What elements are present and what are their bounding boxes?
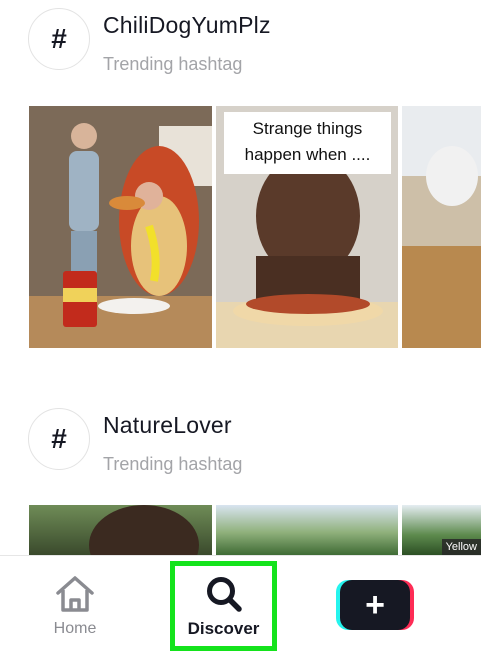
hashtag-icon: # [28, 408, 90, 470]
hashtag-subtitle: Trending hashtag [103, 454, 243, 474]
plus-icon: + [340, 580, 410, 630]
video-thumbnail[interactable] [29, 106, 212, 348]
tab-discover-label: Discover [187, 619, 260, 638]
video-thumbnail[interactable]: Strange things happen when .... [216, 106, 398, 348]
tab-home-label: Home [53, 620, 97, 637]
create-video-button[interactable]: + [336, 580, 414, 630]
video-caption: Yellow [441, 539, 481, 555]
hashtag-title[interactable]: NatureLover [103, 412, 232, 439]
tab-home[interactable]: Home [40, 556, 110, 660]
video-thumbnail[interactable] [216, 505, 398, 555]
bottom-tab-bar: Home Discover + [0, 555, 481, 660]
thumbnail-row: Strange things happen when .... [29, 106, 481, 348]
home-icon [56, 576, 94, 612]
video-thumbnail[interactable]: Yellow [402, 505, 481, 555]
thumbnail-row: Yellow [29, 505, 481, 555]
hashtag-title[interactable]: ChiliDogYumPlz [103, 12, 271, 39]
hashtag-header-naturelover[interactable]: # NatureLover Trending hashtag [0, 406, 481, 486]
video-thumbnail[interactable] [402, 106, 481, 348]
hashtag-subtitle: Trending hashtag [103, 54, 243, 74]
search-icon [207, 577, 242, 612]
video-thumbnail[interactable] [29, 505, 212, 555]
discover-screen: # ChiliDogYumPlz Trending hashtag Strang… [0, 0, 481, 660]
hashtag-header-chilidog[interactable]: # ChiliDogYumPlz Trending hashtag [0, 0, 481, 80]
video-caption: Strange things happen when .... [224, 112, 391, 174]
tab-discover[interactable]: Discover [170, 561, 277, 651]
hashtag-icon: # [28, 8, 90, 70]
